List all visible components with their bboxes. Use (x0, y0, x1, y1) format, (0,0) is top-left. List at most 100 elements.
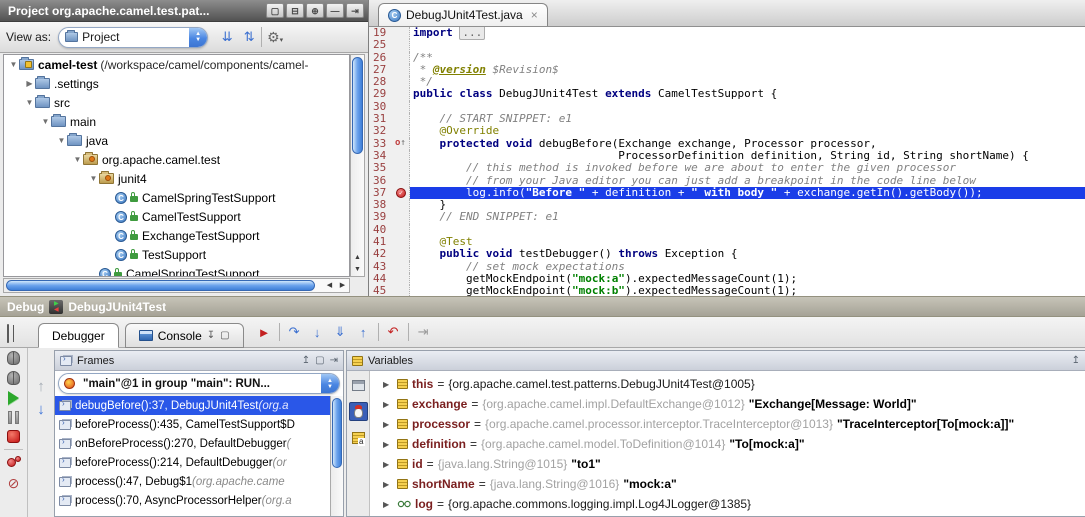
code-editor[interactable]: 19import ...2526/**27 * @version $Revisi… (369, 27, 1085, 296)
settings-gear-icon[interactable]: ⚙▾ (264, 29, 286, 46)
tree-row[interactable]: ▼camel-test (/workspace/camel/components… (4, 55, 349, 74)
scroll-to-top-icon[interactable]: ↥ (1072, 355, 1080, 366)
frame-down-icon[interactable]: ↓ (37, 403, 45, 416)
stop-icon[interactable] (7, 430, 20, 443)
variable-row[interactable]: ▶log = {org.apache.commons.logging.impl.… (370, 494, 1085, 514)
drop-frame-icon[interactable]: ↶ (383, 324, 404, 340)
code-text[interactable]: import ... (410, 27, 1085, 39)
step-into-icon[interactable]: ↓ (307, 325, 328, 340)
tab-debugger[interactable]: Debugger (38, 323, 119, 348)
gutter[interactable] (395, 113, 410, 125)
tree-row[interactable]: ▼junit4 (4, 169, 349, 188)
frame-up-icon[interactable]: ↑ (37, 380, 45, 393)
variable-row[interactable]: ▶definition = {org.apache.camel.model.To… (370, 434, 1085, 454)
expand-arrow-icon[interactable]: ▶ (383, 420, 393, 429)
tree-row[interactable]: ▼org.apache.camel.test (4, 150, 349, 169)
gutter[interactable] (395, 285, 410, 296)
pin-icon[interactable]: ⊕ (306, 3, 324, 18)
mute-breakpoints-icon[interactable]: ⊘ (8, 476, 20, 490)
float-window-icon[interactable]: ▢ (220, 330, 229, 341)
step-over-icon[interactable]: ↷ (284, 324, 305, 340)
view-as-select[interactable]: Project ▲▼ (58, 27, 208, 48)
expand-arrow-icon[interactable]: ▶ (383, 400, 393, 409)
expand-arrow-icon[interactable]: ▶ (383, 380, 393, 389)
gutter[interactable] (395, 150, 410, 162)
variable-row[interactable]: ▶this = {org.apache.camel.test.patterns.… (370, 374, 1085, 394)
code-text[interactable]: getMockEndpoint("mock:b").expectedMessag… (410, 285, 1085, 296)
vscroll-thumb[interactable] (352, 57, 363, 154)
tab-console[interactable]: Console ↧ ▢ (125, 323, 244, 348)
float-window-icon[interactable]: ▢ (315, 355, 324, 366)
force-step-into-icon[interactable]: ⇓ (330, 324, 351, 340)
show-execution-point-icon[interactable]: ► (254, 325, 275, 340)
tree-row[interactable]: ▼src (4, 93, 349, 112)
hscroll-thumb[interactable] (6, 280, 315, 291)
tree-expanded-icon[interactable]: ▼ (8, 60, 19, 69)
pause-icon[interactable] (8, 411, 19, 424)
expand-arrow-icon[interactable]: ▶ (383, 480, 393, 489)
dock-window-icon[interactable]: ⊟ (286, 3, 304, 18)
project-panel-titlebar[interactable]: Project org.apache.camel.test.pat... ▢⊟⊕… (0, 0, 368, 22)
gutter[interactable] (395, 199, 410, 211)
variable-row[interactable]: ▶id = {java.lang.String@1015}"to1" (370, 454, 1085, 474)
variable-row[interactable]: ▶shortName = {java.lang.String@1016}"moc… (370, 474, 1085, 494)
step-out-icon[interactable]: ↑ (353, 325, 374, 340)
frame-row[interactable]: process():47, Debug$1 (org.apache.came (55, 472, 343, 491)
bug-icon[interactable] (7, 371, 20, 385)
gutter[interactable] (395, 273, 410, 285)
gutter[interactable] (395, 175, 410, 187)
tree-expanded-icon[interactable]: ▼ (88, 174, 99, 183)
frame-row[interactable]: debugBefore():37, DebugJUnit4Test (org.a (55, 396, 343, 415)
editor-tab-debugjunit4test[interactable]: C DebugJUnit4Test.java × (378, 3, 548, 26)
tree-row[interactable]: ▶.settings (4, 74, 349, 93)
duke-icon[interactable] (349, 402, 368, 421)
scroll-left-icon[interactable]: ◀ (323, 279, 336, 292)
tree-collapsed-icon[interactable]: ▶ (24, 79, 35, 88)
float-window-icon[interactable]: ▢ (266, 3, 284, 18)
gutter[interactable] (395, 76, 410, 88)
tree-row[interactable]: ▼main (4, 112, 349, 131)
gutter[interactable] (395, 52, 410, 64)
override-marker-icon[interactable]: o↑ (395, 138, 406, 149)
tree-expanded-icon[interactable]: ▼ (56, 136, 67, 145)
rerun-bug-icon[interactable] (7, 324, 9, 343)
minimize-icon[interactable]: — (326, 3, 344, 18)
code-text[interactable] (410, 39, 1085, 51)
collapse-all-icon[interactable]: ⇅ (239, 29, 259, 45)
gutter[interactable] (395, 211, 410, 223)
hide-panel-icon[interactable]: ⇥ (346, 3, 364, 18)
code-text[interactable]: log.info("Before " + definition + " with… (410, 187, 1085, 199)
frame-row[interactable]: beforeProcess():214, DefaultDebugger (or (55, 453, 343, 472)
expand-all-icon[interactable]: ⇊ (217, 29, 237, 45)
scroll-to-top-icon[interactable]: ↥ (302, 355, 310, 366)
code-text[interactable]: // START SNIPPET: e1 (410, 113, 1085, 125)
gutter[interactable]: o↑ (395, 138, 410, 150)
code-text[interactable] (410, 224, 1085, 236)
gutter[interactable] (395, 125, 410, 137)
tree-row[interactable]: CExchangeTestSupport (4, 226, 349, 245)
gutter[interactable] (395, 224, 410, 236)
run-to-cursor-icon[interactable]: ⇥ (413, 324, 434, 340)
gutter[interactable] (395, 261, 410, 273)
rerun-bug-icon[interactable] (7, 351, 20, 365)
close-icon[interactable]: × (531, 8, 538, 22)
frame-row[interactable]: onBeforeProcess():270, DefaultDebugger ( (55, 434, 343, 453)
tree-row[interactable]: CTestSupport (4, 245, 349, 264)
frame-row[interactable]: process():70, AsyncProcessorHelper (org.… (55, 491, 343, 510)
scroll-right-icon[interactable]: ▶ (336, 279, 349, 292)
expand-arrow-icon[interactable]: ▶ (383, 500, 393, 509)
resume-icon[interactable] (8, 391, 19, 405)
gutter[interactable] (395, 64, 410, 76)
gutter[interactable] (395, 248, 410, 260)
frame-row[interactable]: beforeProcess():435, CamelTestSupport$D (55, 415, 343, 434)
scroll-to-end-icon[interactable]: ↧ (207, 330, 215, 341)
hide-panel-icon[interactable]: ⇥ (330, 355, 338, 366)
tree-row[interactable]: CCamelSpringTestSupport (4, 264, 349, 277)
tree-row[interactable]: CCamelSpringTestSupport (4, 188, 349, 207)
scroll-down-icon[interactable]: ▼ (351, 263, 364, 276)
gutter[interactable] (395, 27, 410, 39)
code-text[interactable]: * @version $Revision$ (410, 64, 1085, 76)
gutter[interactable] (395, 88, 410, 100)
sort-alphabetically-icon[interactable] (349, 428, 368, 447)
project-tree-vscrollbar[interactable]: ▲ ▼ (350, 54, 365, 277)
